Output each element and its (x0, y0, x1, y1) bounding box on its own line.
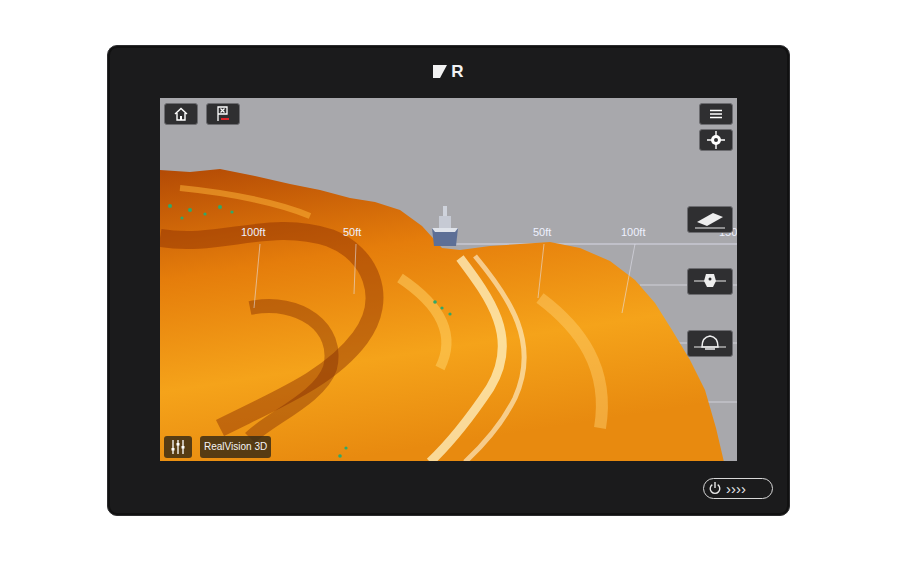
sonar-3d-view[interactable] (160, 98, 737, 461)
sliders-icon (170, 439, 186, 455)
device-header: R (108, 46, 789, 98)
top-toolbar (164, 103, 733, 151)
crosshair-icon (707, 131, 725, 149)
menu-icon (709, 109, 723, 119)
sonar-settings-button[interactable] (164, 436, 192, 458)
bottom-toolbar: RealVision 3D (164, 436, 271, 458)
target-button[interactable] (699, 129, 733, 151)
waypoint-button[interactable] (206, 103, 240, 125)
range-label: 100ft (241, 226, 265, 238)
view-angle-buttons (687, 206, 733, 357)
power-button[interactable]: ›››› (703, 478, 773, 499)
boat-front-icon (693, 333, 727, 353)
waypoint-flag-icon (215, 106, 231, 122)
sonar-screen[interactable]: 100ft50ft50ft100ft150 (160, 98, 737, 461)
range-label: 50ft (343, 226, 361, 238)
brand-mark-icon (433, 65, 447, 78)
power-icon (708, 481, 722, 495)
chartplotter-device: R (107, 45, 790, 516)
range-label: 100ft (621, 226, 645, 238)
boat-icon (432, 206, 458, 246)
mode-badge: RealVision 3D (200, 436, 271, 458)
brand-logo: R (451, 63, 463, 80)
menu-button[interactable] (699, 103, 733, 125)
power-chevrons: ›››› (726, 481, 746, 496)
range-label: 50ft (533, 226, 551, 238)
boat-perspective-icon (693, 209, 727, 229)
home-icon (173, 107, 189, 121)
side-view-button[interactable] (687, 268, 733, 295)
home-button[interactable] (164, 103, 198, 125)
perspective-view-button[interactable] (687, 206, 733, 233)
front-view-button[interactable] (687, 330, 733, 357)
boat-side-icon (693, 271, 727, 291)
device-footer: ›››› (108, 461, 789, 515)
